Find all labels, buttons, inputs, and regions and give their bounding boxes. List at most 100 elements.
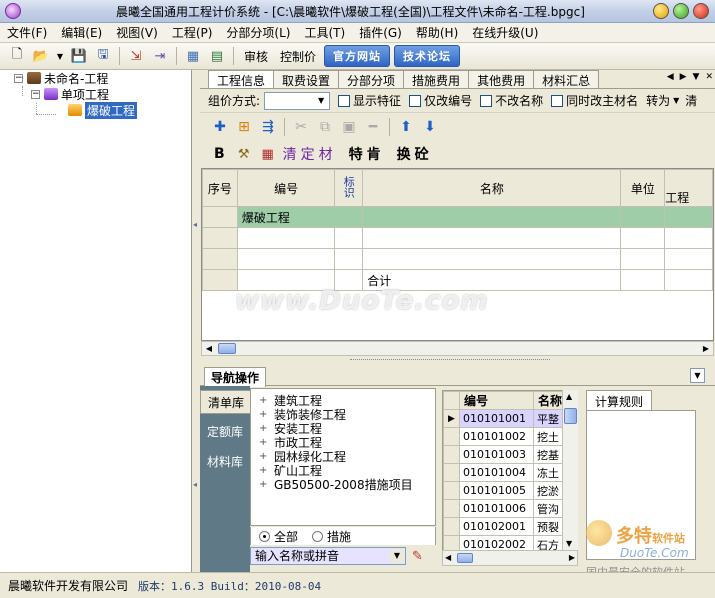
- only-code-checkbox[interactable]: 仅改编号: [409, 92, 472, 109]
- tab-nav-operations[interactable]: 导航操作: [204, 367, 267, 387]
- expand-icon[interactable]: +: [259, 423, 268, 434]
- scroll-right-icon[interactable]: ▶: [569, 553, 575, 562]
- table-row[interactable]: 010101003 挖基: [443, 445, 574, 464]
- cut-icon[interactable]: ✂: [291, 117, 311, 137]
- chevron-down-icon[interactable]: ▼: [314, 94, 328, 108]
- menu-tools[interactable]: 工具(T): [297, 24, 352, 41]
- cell-qty[interactable]: [664, 227, 713, 249]
- cell-code[interactable]: 010101001: [459, 409, 534, 428]
- cell-code[interactable]: 010101005: [459, 481, 534, 500]
- cell-name[interactable]: [362, 227, 622, 249]
- cell-unit[interactable]: [620, 227, 666, 249]
- scroll-right-icon[interactable]: ▶: [699, 342, 713, 355]
- tab-measures[interactable]: 措施费用: [403, 70, 470, 88]
- header-code[interactable]: 编号: [459, 391, 534, 410]
- no-name-change-checkbox[interactable]: 不改名称: [480, 92, 543, 109]
- expand-icon[interactable]: +: [259, 409, 268, 420]
- menu-sections[interactable]: 分部分项(L): [219, 24, 297, 41]
- scroll-thumb[interactable]: [218, 343, 236, 354]
- minimize-button[interactable]: [653, 3, 669, 19]
- move-up-icon[interactable]: ⬆: [396, 117, 416, 137]
- qing-ding-cai-button[interactable]: 清定材: [283, 144, 337, 164]
- cell-name[interactable]: 爆破工程: [236, 206, 364, 228]
- indent-icon[interactable]: ⇶: [258, 117, 278, 137]
- cell-mark[interactable]: [334, 248, 364, 270]
- collapse-icon[interactable]: −: [14, 73, 23, 83]
- scroll-up-icon[interactable]: ▲: [566, 392, 572, 401]
- tab-project-info[interactable]: 工程信息: [208, 70, 275, 88]
- side-tab-bill-library[interactable]: 清单库: [200, 390, 250, 414]
- collapse-arrow-icon[interactable]: ◂: [193, 220, 197, 229]
- close-button[interactable]: [693, 3, 709, 19]
- tab-close-icon[interactable]: ✕: [705, 72, 713, 82]
- convert-button[interactable]: 转为: [646, 92, 670, 109]
- checkbox-box[interactable]: [551, 94, 564, 107]
- header-quantity[interactable]: 工程: [664, 169, 713, 207]
- menu-help[interactable]: 帮助(H): [409, 24, 465, 41]
- side-tab-quota-library[interactable]: 定额库: [200, 420, 250, 444]
- table-row[interactable]: 010102001 预裂: [443, 517, 574, 536]
- expand-icon[interactable]: +: [259, 479, 268, 490]
- cell-unit[interactable]: [620, 248, 666, 270]
- cell-name[interactable]: [362, 248, 622, 270]
- dropdown-arrow-icon[interactable]: ▼: [56, 47, 64, 65]
- checkbox-box[interactable]: [480, 94, 493, 107]
- show-features-checkbox[interactable]: 显示特征: [338, 92, 401, 109]
- tab-prev-icon[interactable]: ◀: [667, 72, 674, 82]
- cell-code[interactable]: [236, 227, 336, 249]
- table-row[interactable]: 010101005 挖淤: [443, 481, 574, 500]
- cell-code[interactable]: 010101003: [459, 445, 534, 464]
- menu-edit[interactable]: 编辑(E): [54, 24, 109, 41]
- app-icon[interactable]: [5, 3, 21, 19]
- cell[interactable]: [664, 206, 713, 228]
- book-icon[interactable]: ▦: [184, 47, 202, 65]
- forum-button[interactable]: 技术论坛: [394, 45, 461, 67]
- exit-icon[interactable]: ⇥: [151, 47, 169, 65]
- expand-icon[interactable]: +: [259, 465, 268, 476]
- calendar-icon[interactable]: ▦: [259, 147, 277, 162]
- header-mark[interactable]: 标识: [334, 169, 364, 207]
- table-row[interactable]: 010101006 管沟: [443, 499, 574, 518]
- expand-icon[interactable]: +: [259, 395, 268, 406]
- row-header[interactable]: [202, 206, 238, 228]
- tab-next-icon[interactable]: ▶: [680, 72, 687, 82]
- review-button[interactable]: 审核: [238, 48, 274, 65]
- open-folder-icon[interactable]: 📂: [32, 47, 50, 65]
- row-header[interactable]: [202, 269, 238, 291]
- cell[interactable]: [362, 206, 622, 228]
- tree-node-item[interactable]: 爆破工程: [68, 101, 138, 119]
- cell-mark[interactable]: [334, 227, 364, 249]
- calculator-icon[interactable]: ▤: [208, 47, 226, 65]
- radio-all[interactable]: [259, 530, 270, 542]
- table-row[interactable]: 010101004 冻土: [443, 463, 574, 482]
- menu-file[interactable]: 文件(F): [0, 24, 54, 41]
- huan-suan-button[interactable]: 换砼: [397, 144, 433, 164]
- cell-code[interactable]: 010101006: [459, 499, 534, 518]
- copy-icon[interactable]: ⧉: [315, 117, 335, 137]
- side-tab-material-library[interactable]: 材料库: [200, 450, 250, 474]
- menu-project[interactable]: 工程(P): [165, 24, 220, 41]
- move-down-icon[interactable]: ⬇: [420, 117, 440, 137]
- header-seq[interactable]: 序号: [202, 169, 238, 207]
- code-list-vertical-scrollbar[interactable]: ▲ ▼: [562, 390, 578, 550]
- save-icon[interactable]: 💾: [70, 47, 88, 65]
- tree-node-unit[interactable]: − 单项工程: [31, 86, 109, 102]
- header-name[interactable]: 名称: [362, 169, 622, 207]
- insert-icon[interactable]: ⊞: [234, 117, 254, 137]
- search-input[interactable]: 输入名称或拼音 ▼: [250, 547, 406, 565]
- hammer-icon[interactable]: ⚒: [235, 147, 253, 162]
- menu-plugins[interactable]: 插件(G): [352, 24, 409, 41]
- export-icon[interactable]: ⇲: [127, 47, 145, 65]
- scroll-thumb[interactable]: [564, 408, 577, 424]
- cell-code[interactable]: 010101002: [459, 427, 534, 446]
- convert-dropdown-icon[interactable]: ▼: [673, 96, 679, 105]
- te-xiao-button[interactable]: 特肯: [349, 144, 385, 164]
- official-site-button[interactable]: 官方网站: [324, 45, 391, 67]
- bold-button[interactable]: B: [214, 146, 225, 162]
- clear-brush-icon[interactable]: ✎: [412, 549, 423, 564]
- header-unit[interactable]: 单位: [620, 169, 666, 207]
- panel-divider[interactable]: [200, 356, 715, 366]
- tab-calc-rules[interactable]: 计算规则: [586, 390, 653, 412]
- clear-button[interactable]: 清: [685, 92, 697, 109]
- menu-upgrade[interactable]: 在线升级(U): [465, 24, 545, 41]
